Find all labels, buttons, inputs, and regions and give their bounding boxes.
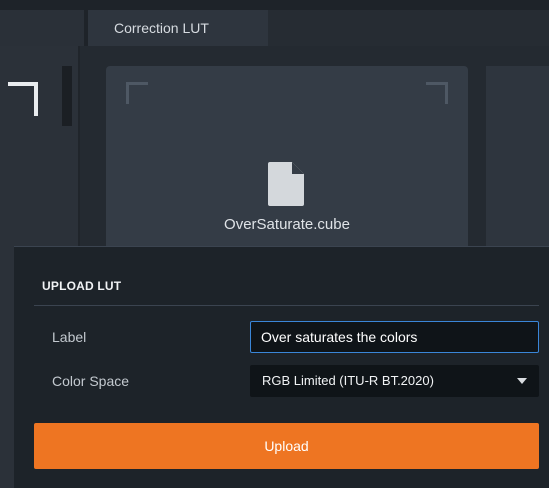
color-space-label: Color Space: [52, 373, 130, 389]
tab-correction-lut[interactable]: Correction LUT: [88, 10, 268, 46]
app-window: Correction LUT OverSaturate.cube UPLOAD …: [0, 0, 549, 488]
divider: [34, 305, 539, 306]
label-field-label: Label: [52, 329, 87, 345]
lut-file-name: OverSaturate.cube: [224, 216, 350, 233]
tab-bar: Correction LUT: [0, 0, 549, 46]
label-input[interactable]: [250, 321, 539, 353]
upload-lut-popover: UPLOAD LUT Label Color Space RGB Limited…: [14, 246, 549, 488]
card-corner-marker: [126, 82, 148, 104]
chevron-down-icon: [517, 378, 527, 384]
upload-button[interactable]: Upload: [34, 423, 539, 469]
card-corner-marker: [426, 82, 448, 104]
tab-bar-filler: [268, 10, 549, 46]
color-space-value: RGB Limited (ITU-R BT.2020): [262, 373, 434, 388]
color-space-select[interactable]: RGB Limited (ITU-R BT.2020): [250, 365, 539, 397]
file-icon: [268, 162, 304, 206]
tab-previous[interactable]: [0, 10, 84, 46]
popover-title: UPLOAD LUT: [42, 279, 122, 293]
scrollbar[interactable]: [62, 66, 72, 126]
card-corner-marker: [8, 82, 38, 116]
